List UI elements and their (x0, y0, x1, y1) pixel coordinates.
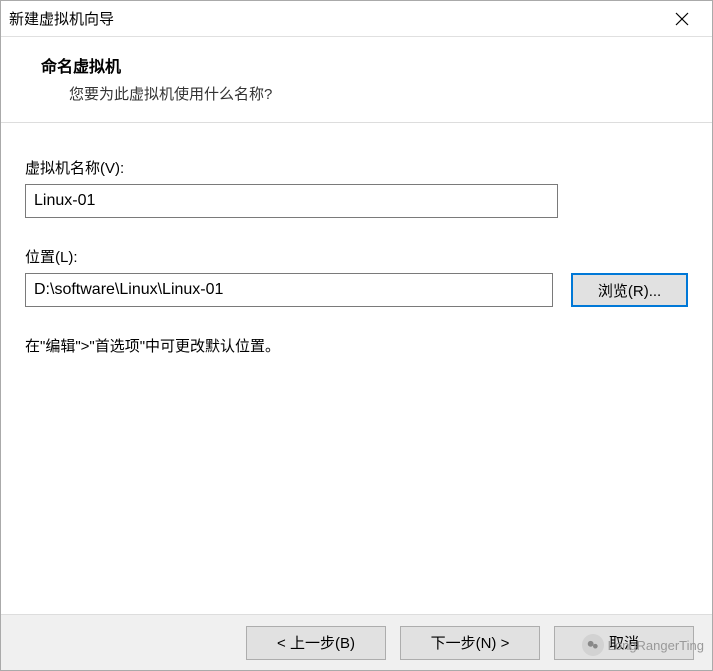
back-button[interactable]: < 上一步(B) (246, 626, 386, 660)
titlebar: 新建虚拟机向导 (1, 1, 712, 37)
location-label: 位置(L): (25, 246, 688, 267)
close-button[interactable] (662, 4, 702, 34)
next-button[interactable]: 下一步(N) > (400, 626, 540, 660)
cancel-button[interactable]: 取消 (554, 626, 694, 660)
location-row: 浏览(R)... (25, 273, 688, 307)
window-title: 新建虚拟机向导 (9, 8, 114, 29)
vm-name-group: 虚拟机名称(V): (25, 157, 688, 218)
page-subtitle: 您要为此虚拟机使用什么名称? (41, 83, 692, 104)
wizard-content: 虚拟机名称(V): 位置(L): 浏览(R)... 在"编辑">"首选项"中可更… (1, 123, 712, 614)
vm-name-input[interactable] (25, 184, 558, 218)
close-icon (675, 12, 689, 26)
location-input[interactable] (25, 273, 553, 307)
vm-name-label: 虚拟机名称(V): (25, 157, 688, 178)
wizard-footer: < 上一步(B) 下一步(N) > 取消 (1, 614, 712, 670)
location-group: 位置(L): 浏览(R)... (25, 246, 688, 307)
location-hint: 在"编辑">"首选项"中可更改默认位置。 (25, 335, 688, 356)
wizard-header: 命名虚拟机 您要为此虚拟机使用什么名称? (1, 37, 712, 123)
browse-button[interactable]: 浏览(R)... (571, 273, 688, 307)
new-vm-wizard-dialog: 新建虚拟机向导 命名虚拟机 您要为此虚拟机使用什么名称? 虚拟机名称(V): 位… (0, 0, 713, 671)
page-title: 命名虚拟机 (41, 53, 692, 77)
